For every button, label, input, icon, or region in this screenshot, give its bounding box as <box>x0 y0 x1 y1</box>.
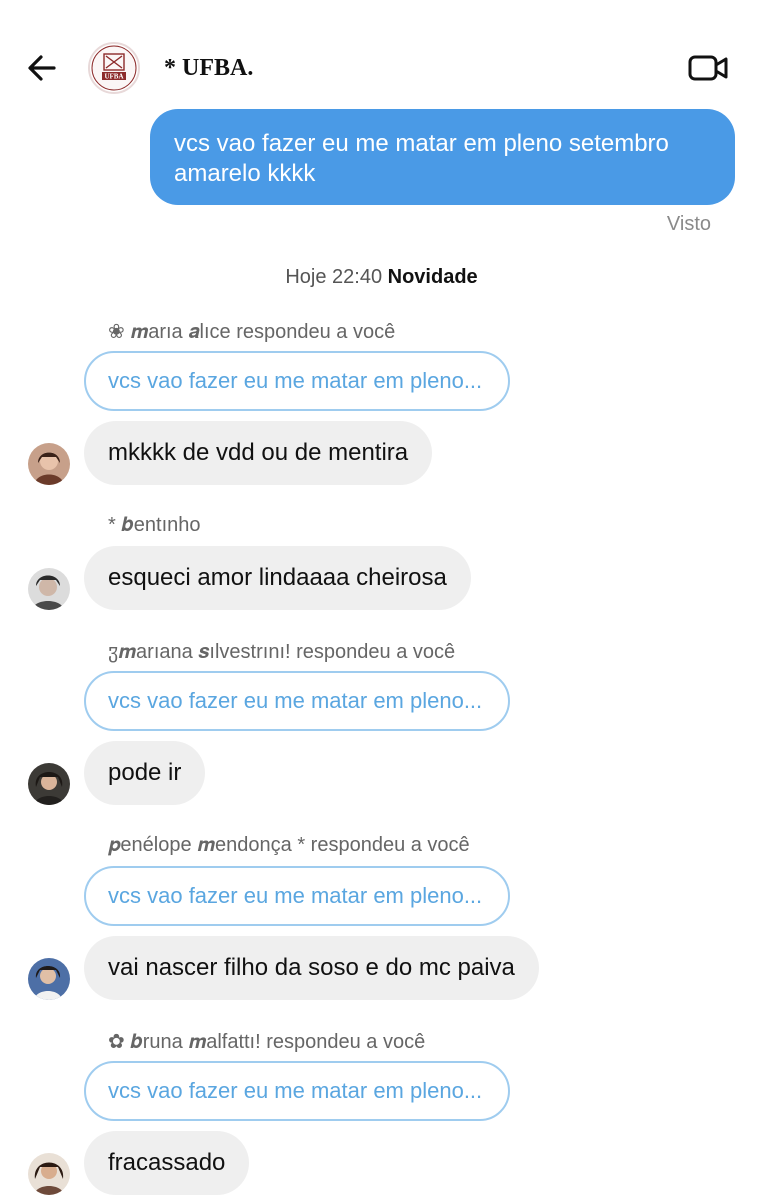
reply-label: ჳ𝒎arıana 𝒔ılvestrını! respondeu a você <box>108 641 456 663</box>
avatar[interactable] <box>28 958 70 1000</box>
quoted-message[interactable]: vcs vao fazer eu me matar em pleno... <box>84 866 510 926</box>
chat-title: * UFBA. <box>164 55 254 81</box>
quoted-message[interactable]: vcs vao fazer eu me matar em pleno... <box>84 671 510 731</box>
divider-time: Hoje 22:40 <box>285 266 383 288</box>
reply-label: 𝒑enélope 𝒎endonça * respondeu a você <box>108 834 470 856</box>
received-message-bubble[interactable]: pode ir <box>84 741 206 805</box>
avatar[interactable] <box>28 1153 70 1195</box>
avatar[interactable] <box>28 443 70 485</box>
avatar[interactable] <box>28 568 70 610</box>
chat-header: UFBA * UFBA. <box>0 0 763 120</box>
avatar[interactable] <box>28 763 70 805</box>
avatar-logo-text: UFBA <box>104 73 123 81</box>
sender-name: * 𝒃entınho <box>108 514 201 536</box>
arrow-left-icon[interactable] <box>24 50 60 86</box>
quoted-message[interactable]: vcs vao fazer eu me matar em pleno... <box>84 351 510 411</box>
video-camera-icon[interactable] <box>686 50 730 86</box>
new-messages-divider: Hoje 22:40 Novidade <box>0 266 763 289</box>
received-message-bubble[interactable]: mkkkk de vdd ou de mentira <box>84 421 433 485</box>
sent-message-bubble[interactable]: vcs vao fazer eu me matar em pleno setem… <box>150 109 735 205</box>
received-message-bubble[interactable]: fracassado <box>84 1131 250 1195</box>
seen-status: Visto <box>666 213 711 235</box>
reply-label: ✿ 𝒃runa 𝒎alfattı! respondeu a você <box>108 1031 426 1053</box>
quoted-message[interactable]: vcs vao fazer eu me matar em pleno... <box>84 1061 510 1121</box>
group-avatar[interactable]: UFBA <box>88 42 140 94</box>
received-message-bubble[interactable]: esqueci amor lindaaaa cheirosa <box>84 546 471 610</box>
reply-label: ❀ 𝒎arıa 𝒂lıce respondeu a você <box>108 321 396 343</box>
divider-label: Novidade <box>387 266 478 288</box>
received-message-bubble[interactable]: vai nascer filho da soso e do mc paiva <box>84 936 539 1000</box>
